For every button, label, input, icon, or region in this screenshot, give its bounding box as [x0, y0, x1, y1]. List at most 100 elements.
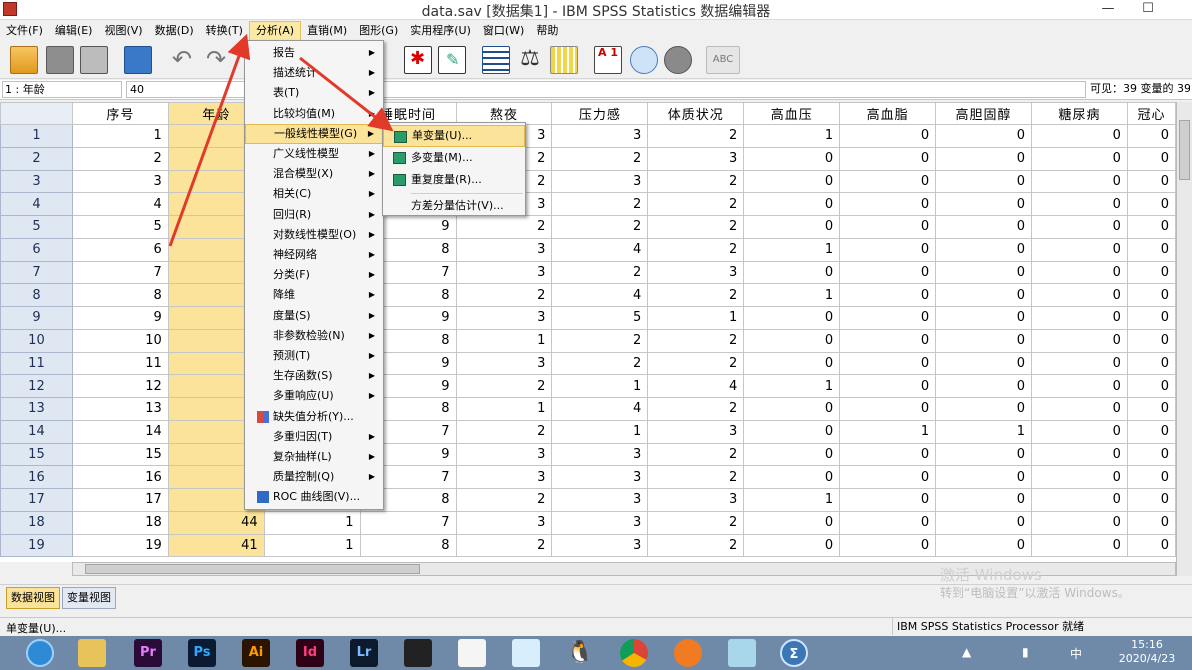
grid-cell[interactable]: 0	[743, 215, 841, 239]
minimize-button[interactable]: —	[1088, 0, 1128, 20]
menu-window[interactable]: 窗口(W)	[477, 21, 530, 41]
grid-cell[interactable]: 3	[551, 533, 649, 558]
grid-cell[interactable]: 3	[647, 260, 745, 285]
grid-cell[interactable]: 1	[455, 328, 553, 353]
grid-cell[interactable]: 0	[1126, 124, 1176, 148]
grid-cell[interactable]: 2	[551, 215, 649, 239]
grid-cell[interactable]: 0	[935, 260, 1033, 285]
grid-cell[interactable]: 2	[551, 351, 649, 376]
grid-cell[interactable]: 1	[743, 124, 841, 148]
row-number[interactable]: 7	[0, 260, 73, 285]
scroll-thumb[interactable]	[85, 564, 420, 574]
network-icon[interactable]: ▮	[1022, 645, 1029, 659]
grid-cell[interactable]: 1	[743, 283, 841, 307]
grid-cell[interactable]: 0	[839, 374, 937, 398]
grid-cell[interactable]: 2	[647, 397, 745, 421]
grid-cell[interactable]: 0	[1126, 146, 1176, 171]
grid-cell[interactable]: 0	[1031, 328, 1128, 353]
grid-cell[interactable]: 0	[935, 192, 1033, 216]
premiere-icon[interactable]: Pr	[134, 639, 162, 667]
illustrator-icon[interactable]: Ai	[242, 639, 270, 667]
grid-cell[interactable]: 0	[1126, 260, 1176, 285]
row-number[interactable]: 16	[0, 465, 73, 489]
grid-cell[interactable]: 2	[455, 419, 553, 444]
grid-cell[interactable]: 2	[455, 533, 553, 558]
grid-cell[interactable]: 2	[647, 328, 745, 353]
menu-analyze[interactable]: 分析(A)	[248, 21, 302, 41]
cell-name-box[interactable]: 1 : 年龄	[2, 81, 122, 98]
grid-cell[interactable]: 0	[1031, 260, 1128, 285]
grid-cell[interactable]: 2	[647, 442, 745, 467]
grid-cell[interactable]: 2	[647, 283, 745, 307]
grid-cell[interactable]: 0	[1031, 465, 1128, 489]
grid-cell[interactable]: 0	[1031, 442, 1128, 467]
grid-cell[interactable]: 2	[455, 283, 553, 307]
row-number[interactable]: 10	[0, 328, 73, 353]
grid-cell[interactable]: 2	[647, 124, 745, 148]
grid-cell[interactable]: 3	[647, 419, 745, 444]
menu-direct-marketing[interactable]: 直销(M)	[301, 21, 353, 41]
grid-cell[interactable]: 4	[647, 374, 745, 398]
grid-cell[interactable]: 0	[1126, 442, 1176, 467]
grid-cell[interactable]: 1	[263, 510, 361, 535]
column-header[interactable]: 体质状况	[647, 102, 745, 125]
grid-cell[interactable]: 0	[839, 533, 937, 558]
analyze-menu-item[interactable]: 度量(S) ▶	[245, 306, 383, 326]
grid-cell[interactable]: 0	[743, 533, 841, 558]
column-header[interactable]: 糖尿病	[1031, 102, 1128, 125]
grid-cell[interactable]: 0	[839, 442, 937, 467]
grid-cell[interactable]: 2	[647, 169, 745, 194]
scale-icon[interactable]: ⚖	[516, 46, 544, 74]
clock[interactable]: 15:16 2020/4/23	[1112, 638, 1182, 666]
row-number[interactable]: 11	[0, 351, 73, 376]
column-header[interactable]: 高血脂	[839, 102, 937, 125]
grid-cell[interactable]: 2	[647, 351, 745, 376]
qq-icon[interactable]: 🐧	[566, 639, 594, 667]
menu-graphs[interactable]: 图形(G)	[353, 21, 404, 41]
grid-cell[interactable]: 2	[647, 192, 745, 216]
analyze-menu-item[interactable]: 神经网络 ▶	[245, 245, 383, 265]
grid-cell[interactable]: 1	[839, 419, 937, 444]
analyze-menu-item[interactable]: 报告 ▶	[245, 43, 383, 63]
grid-cell[interactable]: 2	[551, 192, 649, 216]
grid-cell[interactable]: 0	[1031, 192, 1128, 216]
row-number[interactable]: 5	[0, 215, 73, 239]
grid-cell[interactable]: 3	[647, 488, 745, 512]
grid-cell[interactable]: 0	[1126, 533, 1176, 558]
grid-cell[interactable]: 8	[71, 283, 169, 307]
grid-cell[interactable]: 17	[71, 488, 169, 512]
grid-cell[interactable]: 2	[551, 328, 649, 353]
grid-cell[interactable]: 0	[1031, 351, 1128, 376]
row-number[interactable]: 3	[0, 169, 73, 194]
grid-cell[interactable]: 0	[935, 215, 1033, 239]
edit-icon[interactable]	[438, 46, 466, 74]
grid-cell[interactable]: 3	[551, 124, 649, 148]
grid-cell[interactable]: 4	[71, 192, 169, 216]
grid-cell[interactable]: 2	[551, 146, 649, 171]
grid-corner[interactable]	[0, 102, 73, 125]
grid-cell[interactable]: 0	[839, 283, 937, 307]
grid-cell[interactable]: 3	[551, 169, 649, 194]
maximize-button[interactable]: ☐	[1128, 0, 1168, 20]
grid-cell[interactable]: 0	[1031, 397, 1128, 421]
grid-cell[interactable]: 0	[1126, 306, 1176, 330]
analyze-menu-item[interactable]: 比较均值(M) ▶	[245, 104, 383, 124]
grid-cell[interactable]: 0	[1126, 328, 1176, 353]
grid-cell[interactable]: 2	[647, 533, 745, 558]
grid-cell[interactable]: 3	[455, 442, 553, 467]
grid-cell[interactable]: 0	[935, 397, 1033, 421]
grid-cell[interactable]: 3	[455, 351, 553, 376]
glm-submenu-item[interactable]: 重复度量(R)...	[383, 169, 525, 191]
indesign-icon[interactable]: Id	[296, 639, 324, 667]
glm-submenu-item[interactable]: 单变量(U)...	[383, 125, 525, 147]
ime-indicator[interactable]: 中	[1070, 645, 1082, 662]
redo-icon[interactable]: ↷	[202, 46, 230, 74]
grid-cell[interactable]: 0	[839, 465, 937, 489]
grid-cell[interactable]: 3	[551, 488, 649, 512]
save-icon[interactable]	[46, 46, 74, 74]
menu-data[interactable]: 数据(D)	[149, 21, 200, 41]
app-icon[interactable]	[674, 639, 702, 667]
grid-cell[interactable]: 0	[839, 192, 937, 216]
analyze-menu-item[interactable]: 降维 ▶	[245, 285, 383, 305]
grid-cell[interactable]: 0	[839, 169, 937, 194]
